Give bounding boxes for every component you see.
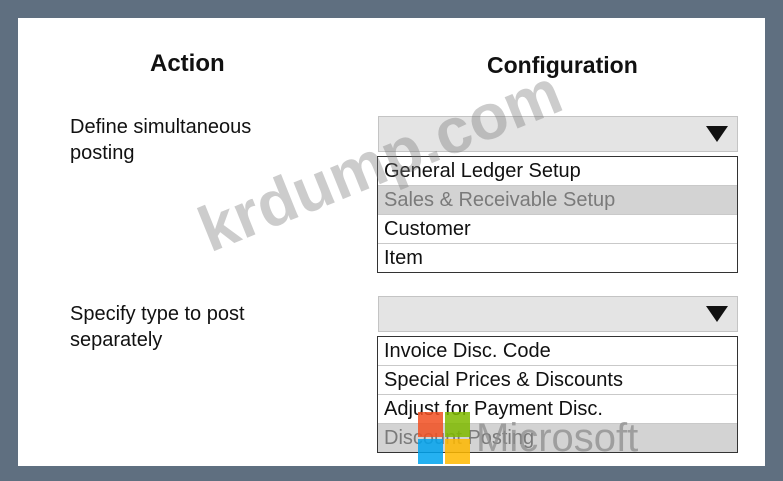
option-discount-posting[interactable]: Discount Posting [378,424,737,452]
dropdown-2-options: Invoice Disc. Code Special Prices & Disc… [377,336,738,453]
action-label-type-to-post-separately: Specify type to post separately [70,303,245,351]
option-customer[interactable]: Customer [378,215,737,244]
triangle-down-icon [706,306,728,322]
configuration-dropdown-2[interactable] [378,296,738,332]
option-special-prices-discounts[interactable]: Special Prices & Discounts [378,366,737,395]
configuration-dropdown-1[interactable] [378,116,738,152]
dropdown-1-options: General Ledger Setup Sales & Receivable … [377,156,738,273]
dropdown-2-arrow[interactable] [697,297,737,331]
option-general-ledger-setup[interactable]: General Ledger Setup [378,157,737,186]
action-column-header: Action [150,50,225,77]
question-panel: Action Configuration Define simultaneous… [18,18,765,466]
option-adjust-payment-disc[interactable]: Adjust for Payment Disc. [378,395,737,424]
dropdown-1-arrow[interactable] [697,117,737,151]
triangle-down-icon [706,126,728,142]
option-sales-receivable-setup[interactable]: Sales & Receivable Setup [378,186,737,215]
option-invoice-disc-code[interactable]: Invoice Disc. Code [378,337,737,366]
option-item[interactable]: Item [378,244,737,272]
outer-frame: Action Configuration Define simultaneous… [0,0,783,481]
action-label-simultaneous-posting: Define simultaneous posting [70,116,252,164]
configuration-column-header: Configuration [487,52,638,78]
